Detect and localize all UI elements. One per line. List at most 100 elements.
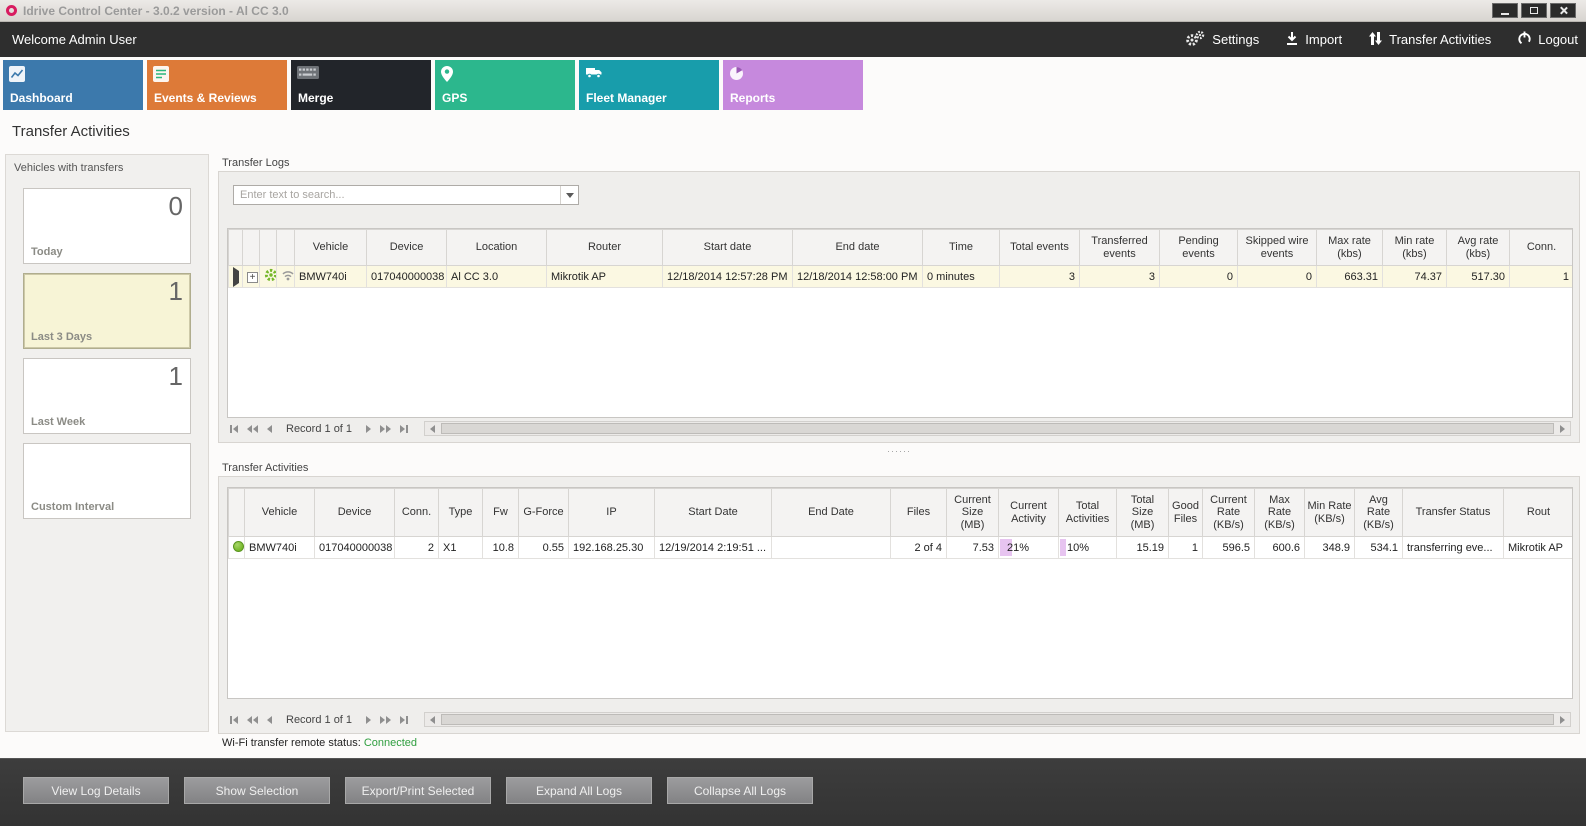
act-cell-end-date	[772, 537, 891, 559]
collapse-all-logs-button[interactable]: Collapse All Logs	[667, 777, 813, 804]
col-header-current-size[interactable]: Current Size (MB)	[947, 489, 999, 537]
scroll-right-icon[interactable]	[1555, 713, 1570, 726]
prev-page-button[interactable]	[244, 712, 261, 727]
transfer-activities-group: Vehicle Device Conn. Type Fw G-Force IP …	[218, 476, 1580, 734]
expand-all-logs-button[interactable]: Expand All Logs	[506, 777, 652, 804]
col-header-time[interactable]: Time	[923, 230, 1000, 266]
next-record-button[interactable]	[363, 712, 374, 727]
tile-reports[interactable]: Reports	[723, 60, 863, 110]
col-header-min-rate[interactable]: Min rate (kbs)	[1383, 230, 1447, 266]
col-header-files[interactable]: Files	[891, 489, 947, 537]
transfer-logs-grid[interactable]: Vehicle Device Location Router Start dat…	[227, 228, 1573, 418]
panel-splitter[interactable]: ······	[218, 447, 1580, 455]
settings-button[interactable]: Settings	[1184, 30, 1259, 50]
first-record-button[interactable]	[227, 712, 241, 727]
activity-row[interactable]: BMW740i 017040000038 2 X1 10.8 0.55 192.…	[229, 537, 1574, 559]
tile-dashboard[interactable]: Dashboard	[3, 60, 143, 110]
log-cell-end-date: 12/18/2014 12:58:00 PM	[793, 266, 923, 288]
col-header-good-files[interactable]: Good Files	[1169, 489, 1203, 537]
col-header-max-rate[interactable]: Max rate (kbs)	[1317, 230, 1383, 266]
wifi-status-label: Wi-Fi transfer remote status:	[222, 737, 361, 749]
next-page-button[interactable]	[377, 421, 394, 436]
scrollbar-thumb[interactable]	[441, 423, 1554, 434]
col-header-total-size[interactable]: Total Size (MB)	[1117, 489, 1169, 537]
expand-cell[interactable]	[243, 266, 260, 288]
col-header-transfer-status[interactable]: Transfer Status	[1403, 489, 1504, 537]
filter-card-today[interactable]: 0 Today	[23, 188, 191, 264]
col-header-current-rate[interactable]: Current Rate (KB/s)	[1203, 489, 1255, 537]
log-search-input[interactable]	[234, 189, 560, 201]
col-header-gforce[interactable]: G-Force	[519, 489, 569, 537]
transfer-activities-button[interactable]: Transfer Activities	[1368, 31, 1491, 49]
import-button[interactable]: Import	[1285, 31, 1342, 49]
prev-record-button[interactable]	[264, 712, 275, 727]
col-header-fw[interactable]: Fw	[483, 489, 519, 537]
scroll-left-icon[interactable]	[425, 713, 440, 726]
expand-plus-icon[interactable]	[247, 272, 258, 283]
logs-horizontal-scrollbar[interactable]	[424, 421, 1571, 436]
col-header-avg-rate[interactable]: Avg Rate (KB/s)	[1355, 489, 1403, 537]
col-header-start-date[interactable]: Start Date	[655, 489, 772, 537]
col-header-total-activities[interactable]: Total Activities	[1059, 489, 1117, 537]
tile-events-reviews[interactable]: Events & Reviews	[147, 60, 287, 110]
export-print-selected-button[interactable]: Export/Print Selected	[345, 777, 491, 804]
col-header-location[interactable]: Location	[447, 230, 547, 266]
col-header-conn[interactable]: Conn.	[395, 489, 439, 537]
col-header-max-rate[interactable]: Max Rate (KB/s)	[1255, 489, 1305, 537]
col-header-vehicle[interactable]: Vehicle	[295, 230, 367, 266]
filter-card-last-week[interactable]: 1 Last Week	[23, 358, 191, 434]
maximize-button[interactable]	[1521, 3, 1547, 18]
col-header-pending-events[interactable]: Pending events	[1160, 230, 1238, 266]
col-header-current-activity[interactable]: Current Activity	[999, 489, 1059, 537]
logout-button[interactable]: Logout	[1517, 31, 1578, 49]
last-record-button[interactable]	[397, 712, 411, 727]
activities-horizontal-scrollbar[interactable]	[424, 712, 1571, 727]
act-cell-current-activity: 21%	[999, 537, 1059, 559]
col-header-conn[interactable]: Conn.	[1510, 230, 1574, 266]
log-row[interactable]: BMW740i 017040000038 Al CC 3.0 Mikrotik …	[229, 266, 1574, 288]
tile-merge[interactable]: Merge	[291, 60, 431, 110]
tile-fleet-manager[interactable]: Fleet Manager	[579, 60, 719, 110]
col-header-router[interactable]: Router	[547, 230, 663, 266]
scroll-left-icon[interactable]	[425, 422, 440, 435]
tile-gps[interactable]: GPS	[435, 60, 575, 110]
col-header-type[interactable]: Type	[439, 489, 483, 537]
chevron-down-icon[interactable]	[560, 186, 578, 204]
col-header-total-events[interactable]: Total events	[1000, 230, 1080, 266]
col-header-device[interactable]: Device	[367, 230, 447, 266]
col-header-min-rate[interactable]: Min Rate (KB/s)	[1305, 489, 1355, 537]
act-cell-avg-rate: 534.1	[1355, 537, 1403, 559]
window-titlebar[interactable]: Idrive Control Center - 3.0.2 version - …	[0, 0, 1586, 22]
last-record-button[interactable]	[397, 421, 411, 436]
first-record-button[interactable]	[227, 421, 241, 436]
transfer-activities-grid[interactable]: Vehicle Device Conn. Type Fw G-Force IP …	[227, 487, 1573, 699]
next-record-button[interactable]	[363, 421, 374, 436]
filter-card-custom-interval[interactable]: Custom Interval	[23, 443, 191, 519]
scroll-right-icon[interactable]	[1555, 422, 1570, 435]
col-header-ip[interactable]: IP	[569, 489, 655, 537]
col-header-avg-rate[interactable]: Avg rate (kbs)	[1447, 230, 1510, 266]
show-selection-button[interactable]: Show Selection	[184, 777, 330, 804]
filter-card-last-3-days[interactable]: 1 Last 3 Days	[23, 273, 191, 349]
prev-page-button[interactable]	[244, 421, 261, 436]
vehicles-with-transfers-panel: Vehicles with transfers 0 Today 1 Last 3…	[5, 154, 209, 732]
col-header-transferred-events[interactable]: Transferred events	[1080, 230, 1160, 266]
minimize-button[interactable]	[1492, 3, 1518, 18]
col-header-end-date[interactable]: End Date	[772, 489, 891, 537]
prev-record-button[interactable]	[264, 421, 275, 436]
col-header-router[interactable]: Rout	[1504, 489, 1574, 537]
col-header-start-date[interactable]: Start date	[663, 230, 793, 266]
view-log-details-button[interactable]: View Log Details	[23, 777, 169, 804]
keyboard-icon	[297, 66, 319, 84]
scrollbar-thumb[interactable]	[441, 714, 1554, 725]
truck-icon	[585, 66, 603, 84]
next-page-button[interactable]	[377, 712, 394, 727]
close-button[interactable]	[1550, 3, 1576, 18]
col-header-device[interactable]: Device	[315, 489, 395, 537]
col-header-skipped-wire-events[interactable]: Skipped wire events	[1238, 230, 1317, 266]
col-header-end-date[interactable]: End date	[793, 230, 923, 266]
log-cell-avg-rate: 517.30	[1447, 266, 1510, 288]
col-header-vehicle[interactable]: Vehicle	[245, 489, 315, 537]
gear-cell	[260, 266, 277, 288]
log-search-combo[interactable]	[233, 185, 579, 205]
